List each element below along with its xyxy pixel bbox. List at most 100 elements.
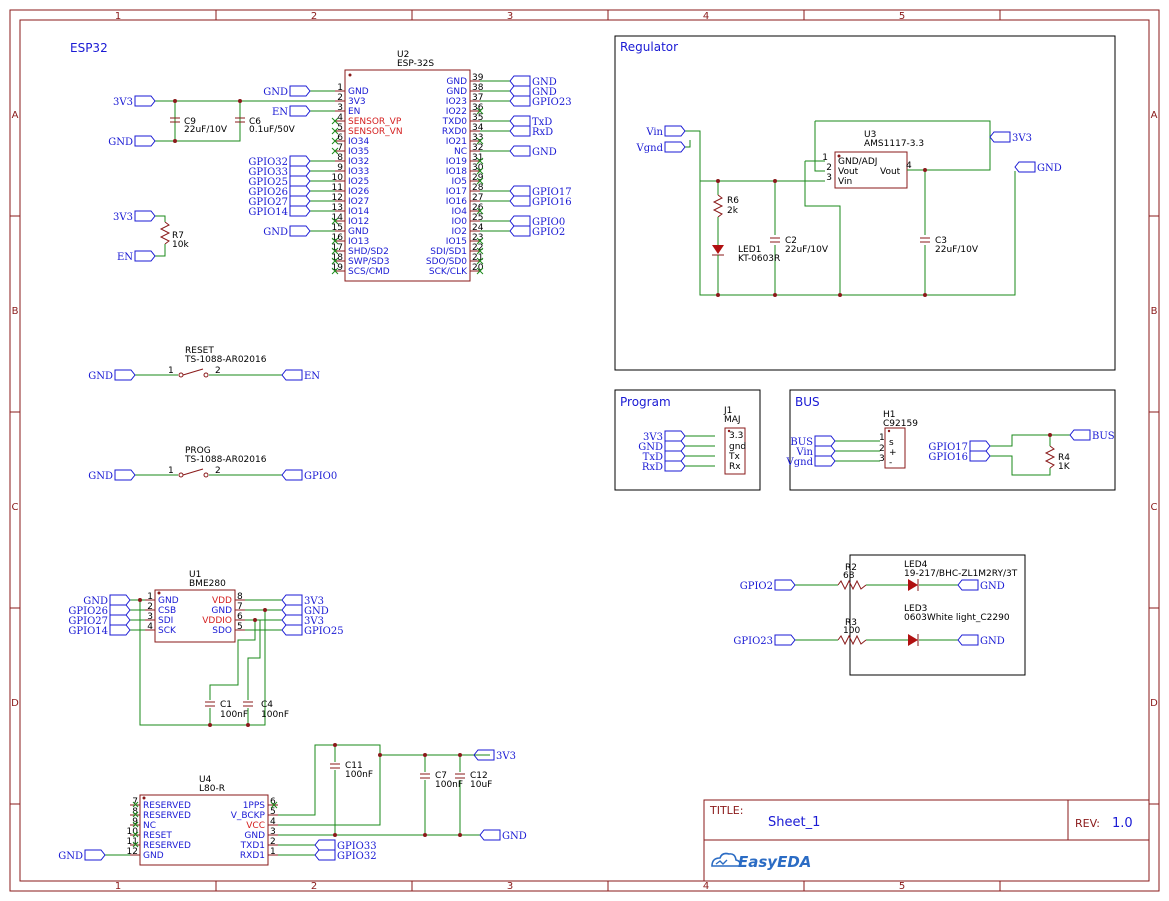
- pin-name: SCS/CMD: [348, 267, 390, 277]
- led1[interactable]: LED1 KT-0603R: [712, 245, 780, 264]
- net-label: BUS: [1092, 431, 1115, 442]
- pin-name: IO22: [446, 107, 467, 117]
- rev-value: 1.0: [1112, 816, 1133, 831]
- pin-name: GND: [143, 851, 164, 861]
- schematic-canvas: 1 2 3 4 5 1 2 3 4 5 A B C D A B C D TITL…: [9, 9, 1160, 892]
- h1-connector[interactable]: H1 C92159 1 s 2 + 3 -: [879, 410, 918, 469]
- pin-name: IO0: [452, 217, 468, 227]
- pin-name: GND: [211, 606, 232, 616]
- title-label: TITLE:: [709, 804, 743, 817]
- col-zone-5-bottom: 5: [899, 881, 905, 892]
- net-port: GND: [58, 849, 106, 862]
- net-port: BUS: [1069, 429, 1115, 442]
- col-zone-3-bottom: 3: [507, 881, 513, 892]
- pin-name: NC: [454, 147, 467, 157]
- pin-number: 30: [472, 163, 484, 173]
- net-port: GND: [957, 634, 1005, 647]
- title-value: Sheet_1: [768, 815, 820, 830]
- col-zone-4-bottom: 4: [703, 881, 709, 892]
- c2-capacitor[interactable]: C2 22uF/10V: [770, 236, 829, 255]
- c3-value: 22uF/10V: [935, 245, 979, 255]
- net-port: EN: [117, 250, 156, 263]
- net-port: GPIO0: [281, 469, 337, 482]
- u1-bme280[interactable]: U1 BME280 GND1CSB2SDI3SCK4VDD 8GND 7VDDIO 6…: [145, 570, 245, 643]
- esp32-right-wiring: [480, 80, 510, 232]
- pin-name: IO26: [348, 187, 369, 197]
- pin-name: GND: [244, 831, 265, 841]
- c4-value: 100nF: [261, 710, 289, 720]
- net-label: GPIO16: [928, 452, 968, 463]
- net-port: GPIO23: [509, 95, 572, 108]
- c11-capacitor[interactable]: C11 100nF: [330, 761, 373, 780]
- pin-name: CSB: [158, 606, 176, 616]
- r7-value: 10k: [172, 240, 189, 250]
- group-label-regulator: Regulator: [620, 40, 678, 54]
- net-label: GND: [980, 636, 1005, 647]
- pin-number: 5: [237, 622, 243, 632]
- u3-ams1117[interactable]: U3 AMS1117-3.3 1 GND/ADJ 2 Vout 3 Vin 4 …: [822, 130, 924, 189]
- pin-name: VDD: [212, 596, 232, 606]
- net-port: GND: [88, 369, 136, 382]
- pin-name: RESERVED: [143, 841, 191, 851]
- net-label: 3V3: [496, 751, 516, 762]
- u4-pin-list: RESERVED7RESERVED8NC9RESET10RESERVED11GN…: [127, 797, 278, 861]
- c6-capacitor[interactable]: C6 0.1uF/50V: [235, 117, 296, 135]
- net-label: GND: [980, 581, 1005, 592]
- col-zone-2: 2: [311, 11, 317, 22]
- j1-connector[interactable]: J1 MAJ 3.3 gnd Tx Rx: [723, 406, 746, 475]
- pin-name: IO15: [446, 237, 467, 247]
- prog-pin2: 2: [215, 466, 221, 476]
- r7-resistor[interactable]: R7 10k: [155, 215, 189, 257]
- reset-switch[interactable]: RESET TS-1088-AR02016 1 2: [135, 346, 282, 378]
- pin-number: 7: [337, 143, 343, 153]
- pin-number: 4: [337, 113, 343, 123]
- pin-number: 5: [270, 807, 276, 817]
- pin-name: 1PPS: [243, 801, 266, 811]
- col-zone-2-bottom: 2: [311, 881, 317, 892]
- net-port: GND: [509, 145, 557, 158]
- net-port: GND: [108, 135, 156, 148]
- r6-resistor[interactable]: R6 2k: [712, 194, 739, 245]
- c1-capacitor[interactable]: C1 100nF: [205, 700, 248, 720]
- net-label: EN: [272, 107, 288, 118]
- net-port: 3V3: [473, 749, 516, 762]
- pin-name: SHD/SD2: [348, 247, 389, 257]
- net-label: GPIO2: [740, 581, 773, 592]
- pin-number: 36: [472, 103, 484, 113]
- u2-value: ESP-32S: [397, 59, 434, 69]
- r3-resistor[interactable]: R3 100: [837, 618, 867, 646]
- pin-number: 17: [332, 243, 343, 253]
- r2-resistor[interactable]: R2 68: [837, 563, 867, 591]
- net-label: GPIO14: [68, 626, 108, 637]
- reset-pin2: 2: [215, 366, 221, 376]
- c4-capacitor[interactable]: C4 100nF: [243, 700, 289, 720]
- r4-value: 1K: [1058, 462, 1071, 472]
- net-label: GND: [58, 851, 83, 862]
- pin-name: GND: [158, 596, 179, 606]
- h1-value: C92159: [883, 419, 918, 429]
- prog-switch[interactable]: PROG TS-1088-AR02016 1 2: [135, 446, 282, 478]
- c3-capacitor[interactable]: C3 22uF/10V: [920, 236, 979, 255]
- led4-value: 19-217/BHC-ZL1M2RY/3T: [904, 569, 1018, 579]
- pin-number: 4: [270, 817, 276, 827]
- net-label: GPIO14: [248, 207, 288, 218]
- u4-l80r[interactable]: U4 L80-R RESERVED7RESERVED8NC9RESET10RES…: [127, 775, 278, 866]
- group-label-program: Program: [620, 395, 671, 409]
- bus-group: BUS: [789, 389, 1116, 491]
- title-block: TITLE: Sheet_1 REV: 1.0 EasyEDA: [703, 799, 1150, 882]
- pin-number: 6: [237, 612, 243, 622]
- pin-name: IO18: [446, 167, 467, 177]
- pin-number: 1: [270, 847, 276, 857]
- pin-name: SDO: [212, 626, 232, 636]
- c9-capacitor[interactable]: C9 22uF/10V: [170, 117, 228, 135]
- net-label: Vgnd: [636, 143, 664, 154]
- pin-name: IO16: [446, 197, 467, 207]
- net-port: 3V3: [113, 210, 156, 223]
- net-label: GND: [88, 371, 113, 382]
- net-port: RxD: [509, 125, 553, 138]
- pin-number: 3: [147, 612, 153, 622]
- pin-number: 2: [337, 93, 343, 103]
- u2-esp32s[interactable]: U2 ESP-32S GND13V32EN3SENSOR_VP4SENSOR_V…: [332, 50, 484, 282]
- u3-pin2-num: 2: [826, 163, 832, 173]
- pin-name: IO34: [348, 137, 369, 147]
